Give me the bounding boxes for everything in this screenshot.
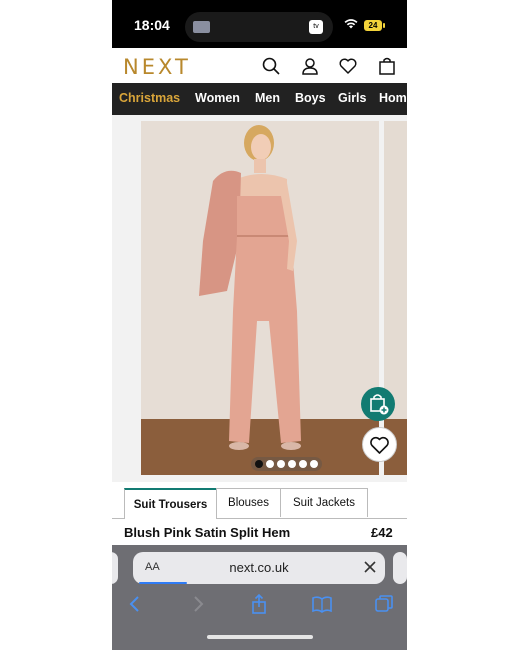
nav-item-women[interactable]: Women	[195, 91, 240, 105]
save-to-favourites-button[interactable]	[362, 427, 397, 462]
nav-item-home[interactable]: Hom	[379, 91, 407, 105]
site-header: NEXT	[112, 48, 407, 83]
forward-icon[interactable]	[187, 593, 209, 615]
next-logo[interactable]: NEXT	[123, 55, 191, 79]
category-nav: Christmas Women Men Boys Girls Hom	[112, 83, 407, 115]
pagination-dot[interactable]	[299, 460, 307, 468]
bag-plus-icon	[370, 394, 389, 415]
wifi-icon	[344, 19, 358, 29]
pagination-dot[interactable]	[288, 460, 296, 468]
pagination-dot[interactable]	[255, 460, 263, 468]
apple-tv-icon: tv	[309, 20, 323, 34]
tab-blouses[interactable]: Blouses	[216, 488, 281, 517]
heart-icon	[370, 436, 389, 454]
model-figure	[199, 125, 301, 450]
account-icon[interactable]	[300, 56, 320, 76]
url-text[interactable]: next.co.uk	[133, 560, 385, 575]
page-load-progress	[139, 582, 187, 584]
related-tabs: Suit Trousers Blouses Suit Jackets	[112, 488, 407, 519]
dynamic-island: tv	[185, 12, 333, 42]
search-icon[interactable]	[261, 56, 281, 76]
product-name: Blush Pink Satin Split Hem	[124, 525, 291, 540]
battery-icon: 24	[364, 20, 385, 31]
pagination-dot[interactable]	[277, 460, 285, 468]
phone-screen: 18:04 tv 24 NEXT Christmas Women Men Boy…	[112, 0, 407, 650]
status-bar: 18:04 tv 24	[112, 0, 407, 48]
status-time: 18:04	[134, 17, 170, 33]
next-product-photo[interactable]	[384, 121, 407, 475]
bookmarks-icon[interactable]	[311, 593, 333, 615]
pagination-dot[interactable]	[266, 460, 274, 468]
shop-the-look-button[interactable]	[361, 387, 395, 421]
media-thumbnail-icon	[193, 21, 210, 33]
address-bar[interactable]: AA next.co.uk	[133, 552, 385, 584]
tab-suit-trousers[interactable]: Suit Trousers	[124, 488, 217, 519]
shopping-bag-icon[interactable]	[377, 56, 397, 76]
previous-tab-preview[interactable]	[112, 552, 118, 584]
tab-suit-jackets[interactable]: Suit Jackets	[280, 488, 368, 517]
nav-item-boys[interactable]: Boys	[295, 91, 326, 105]
safari-toolbar: AA next.co.uk	[112, 545, 407, 650]
close-icon[interactable]	[363, 560, 377, 574]
next-tab-preview[interactable]	[393, 552, 407, 584]
image-pagination[interactable]	[251, 457, 322, 471]
tabs-icon[interactable]	[373, 593, 395, 615]
nav-item-christmas[interactable]: Christmas	[119, 91, 180, 105]
share-icon[interactable]	[248, 593, 270, 615]
back-icon[interactable]	[124, 593, 146, 615]
nav-item-men[interactable]: Men	[255, 91, 280, 105]
nav-item-girls[interactable]: Girls	[338, 91, 367, 105]
wishlist-heart-icon[interactable]	[338, 56, 358, 76]
home-indicator[interactable]	[207, 635, 313, 639]
product-price: £42	[371, 525, 393, 540]
pagination-dot[interactable]	[310, 460, 318, 468]
product-photo[interactable]	[141, 121, 379, 475]
product-gallery[interactable]	[112, 115, 407, 482]
